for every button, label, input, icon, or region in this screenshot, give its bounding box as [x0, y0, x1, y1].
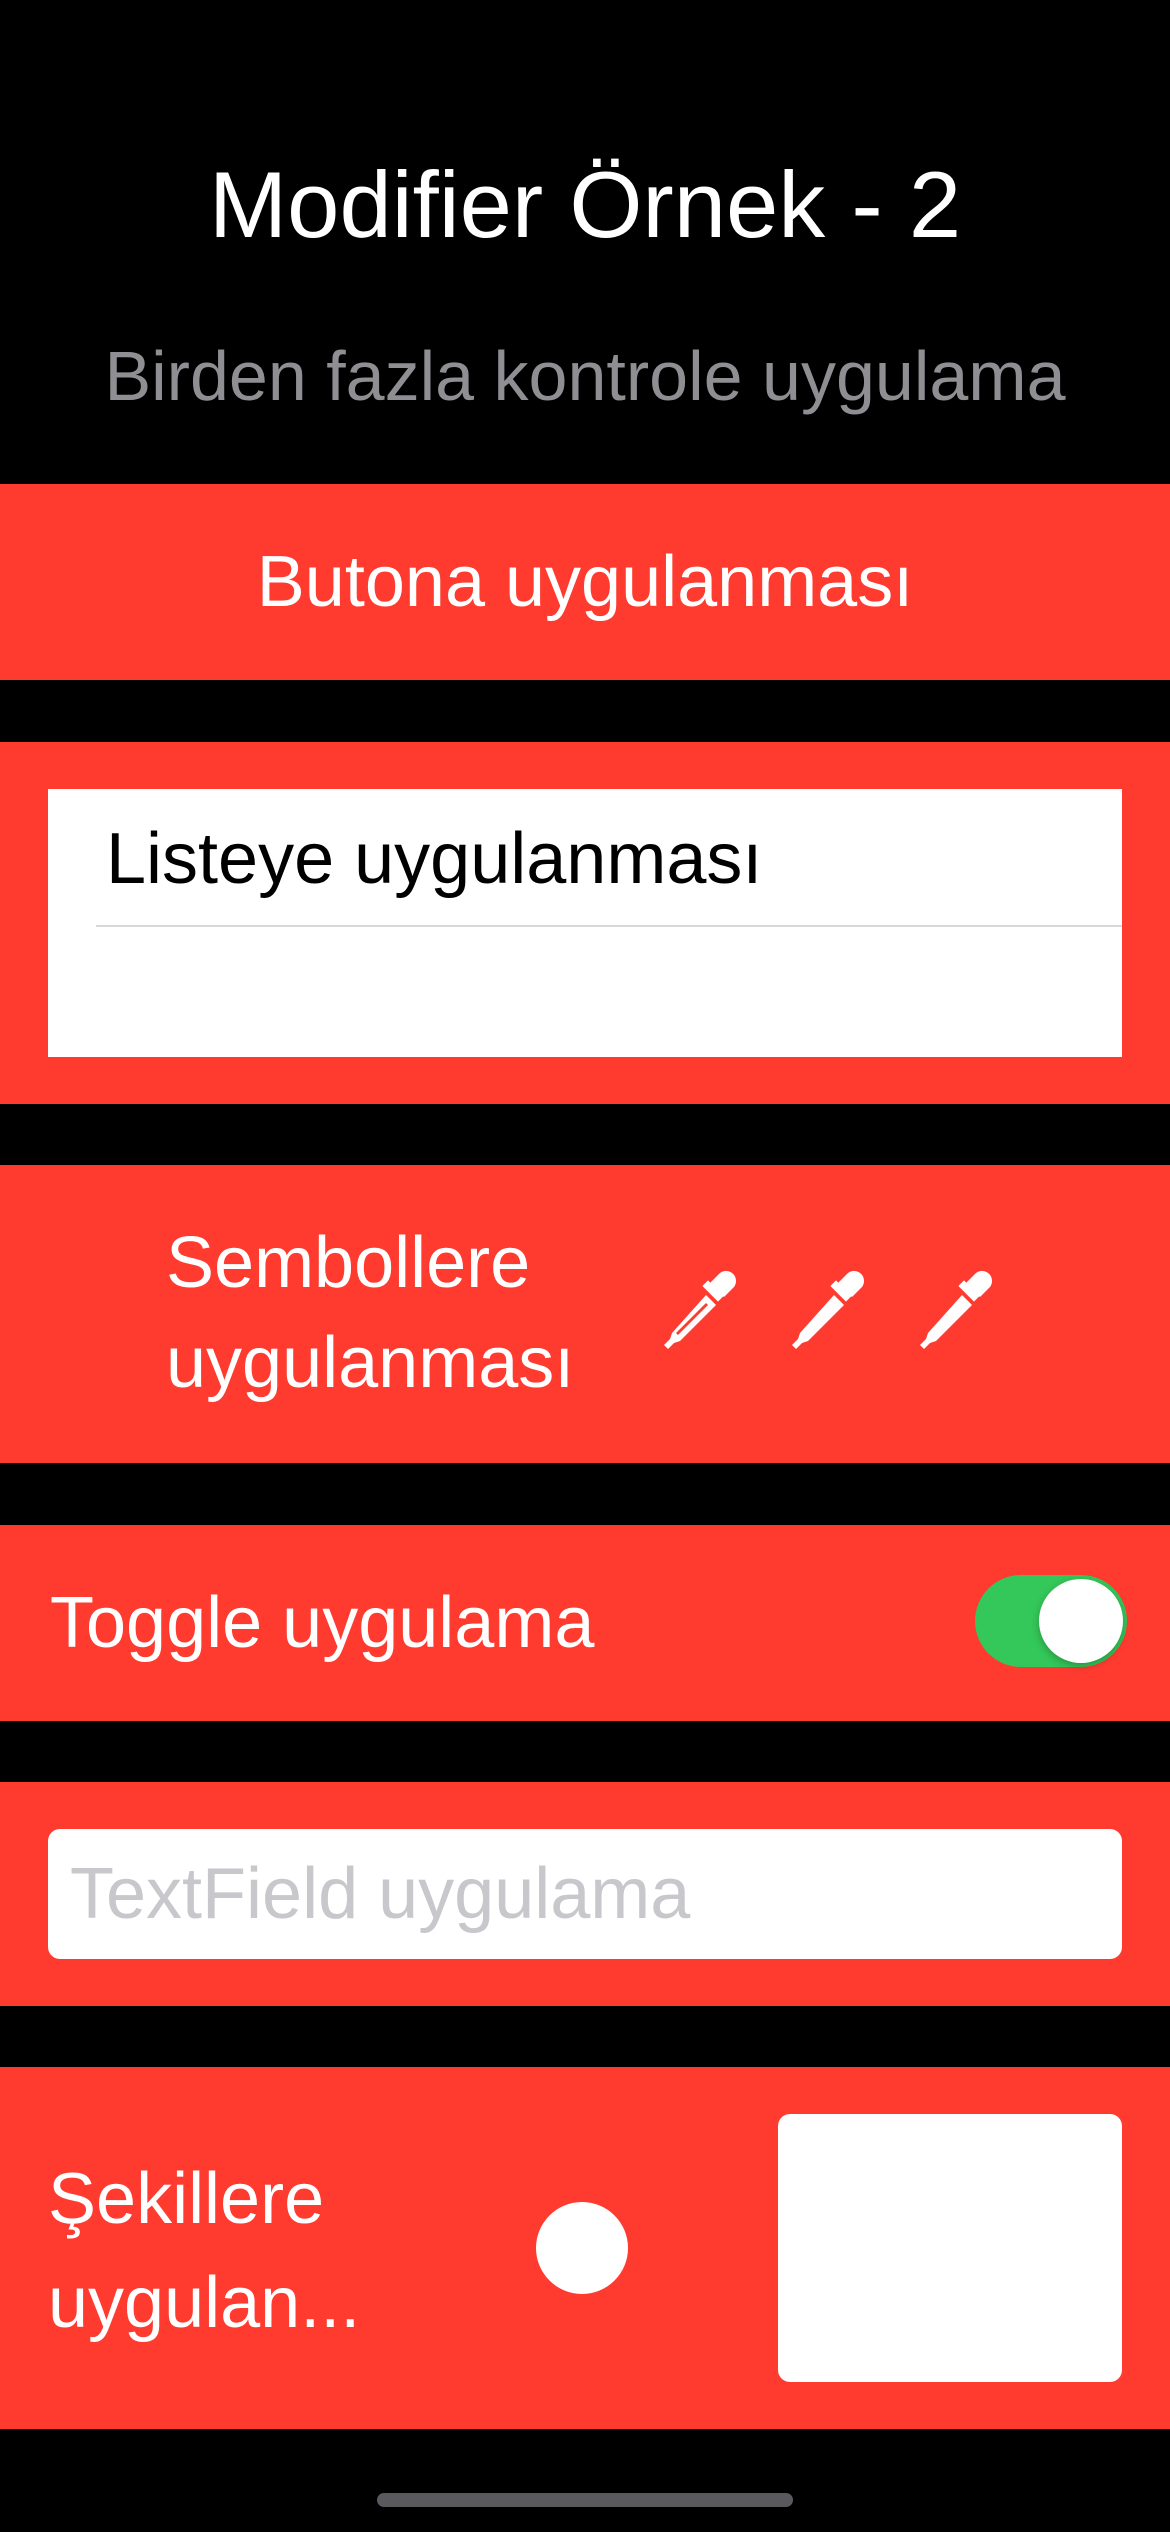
button-section: Butona uygulanması [0, 484, 1170, 680]
text-field[interactable] [48, 1829, 1122, 1959]
symbols-label-line1: Sembollere [166, 1223, 531, 1303]
toggle-label: Toggle uygulama [50, 1583, 595, 1663]
home-indicator[interactable] [377, 2493, 793, 2507]
shapes-label: Şekillere uygulan... [48, 2147, 468, 2355]
eyedropper-icon [920, 1271, 992, 1349]
toggle-switch[interactable] [975, 1575, 1127, 1667]
rectangle-shape [778, 2114, 1122, 2382]
toggle-knob [1039, 1579, 1123, 1663]
symbols-section: Sembollere uygulanması [0, 1165, 1170, 1463]
circle-shape [536, 2202, 628, 2294]
list-item[interactable]: Listeye uygulanması [48, 789, 1122, 925]
eyedropper-icon [792, 1271, 864, 1349]
list-item-label: Listeye uygulanması [106, 819, 763, 899]
list-section: Listeye uygulanması [0, 742, 1170, 1104]
symbols-label: Sembollere uygulanması [166, 1213, 646, 1413]
list[interactable]: Listeye uygulanması [48, 789, 1122, 1057]
toggle-section: Toggle uygulama [0, 1525, 1170, 1721]
apply-button[interactable]: Butona uygulanması [0, 484, 1170, 680]
shapes-label-line1: Şekillere [48, 2159, 325, 2239]
shapes-label-line2: uygulan... [48, 2263, 361, 2343]
page-subtitle: Birden fazla kontrole uygulama [104, 337, 1066, 415]
shapes-section: Şekillere uygulan... [0, 2067, 1170, 2429]
symbols-label-line2: uygulanması [166, 1323, 575, 1403]
page-title: Modifier Örnek - 2 [208, 152, 962, 257]
list-separator [96, 925, 1122, 927]
textfield-section [0, 1782, 1170, 2006]
eyedropper-icon [664, 1271, 736, 1349]
